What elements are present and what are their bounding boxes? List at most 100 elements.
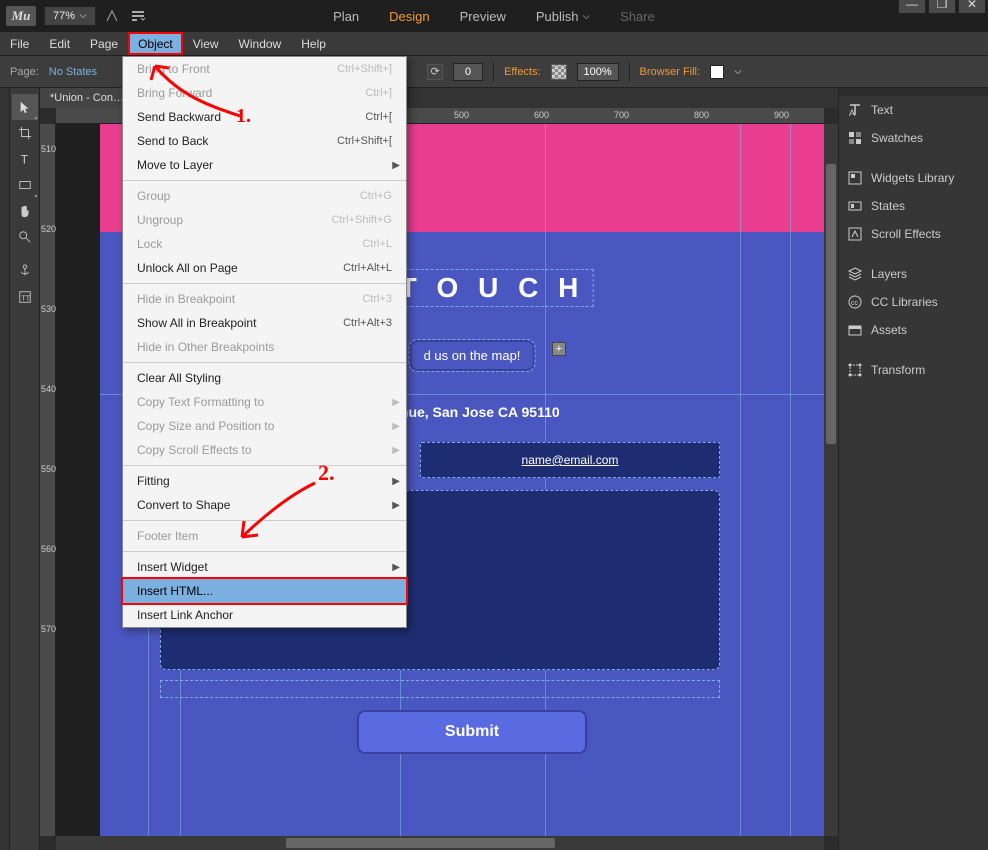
submenu-arrow-icon: ▶ bbox=[392, 500, 400, 511]
dock-handle[interactable] bbox=[0, 88, 10, 850]
svg-text:cc: cc bbox=[851, 300, 859, 307]
layout-icon[interactable] bbox=[128, 6, 148, 26]
spacer-box[interactable] bbox=[160, 680, 720, 698]
mode-tabs: Plan Design Preview Publish Share bbox=[333, 9, 655, 24]
browserfill-label: Browser Fill: bbox=[640, 66, 701, 78]
scroll-icon bbox=[847, 226, 863, 242]
opacity-value[interactable]: 100% bbox=[577, 63, 619, 81]
svg-text:A: A bbox=[849, 108, 855, 118]
menu-item-insert-html[interactable]: Insert HTML... bbox=[123, 579, 406, 603]
dock-grip[interactable] bbox=[839, 88, 988, 96]
panel-dock: ATextSwatches Widgets LibraryStatesScroll… bbox=[838, 88, 988, 850]
tab-publish[interactable]: Publish bbox=[536, 9, 590, 24]
panel-text[interactable]: AText bbox=[839, 96, 988, 124]
toolbar: T TT bbox=[10, 88, 40, 850]
submenu-arrow-icon: ▶ bbox=[392, 397, 400, 408]
menu-object[interactable]: Object bbox=[128, 32, 183, 55]
panel-states[interactable]: States bbox=[839, 192, 988, 220]
scrollbar-horizontal[interactable] bbox=[56, 836, 824, 850]
menu-item-copy-scroll-effects-to: Copy Scroll Effects to▶ bbox=[123, 438, 406, 462]
menu-item-hide-in-breakpoint: Hide in BreakpointCtrl+3 bbox=[123, 287, 406, 311]
panel-cc-libraries[interactable]: ccCC Libraries bbox=[839, 288, 988, 316]
menu-item-insert-link-anchor[interactable]: Insert Link Anchor bbox=[123, 603, 406, 627]
ruler-vertical: 5100 5200 5300 5400 5500 5600 5700 bbox=[40, 124, 56, 836]
panel-widgets-library[interactable]: Widgets Library bbox=[839, 164, 988, 192]
menu-item-lock: LockCtrl+L bbox=[123, 232, 406, 256]
maximize-button[interactable]: ❐ bbox=[928, 0, 956, 14]
swatch-icon bbox=[847, 130, 863, 146]
email-field[interactable]: name@email.com bbox=[420, 442, 720, 478]
panel-scroll-effects[interactable]: Scroll Effects bbox=[839, 220, 988, 248]
menu-view[interactable]: View bbox=[183, 32, 229, 55]
panel-transform[interactable]: Transform bbox=[839, 356, 988, 384]
scrollbar-vertical[interactable] bbox=[824, 124, 838, 836]
app-logo: Mu bbox=[6, 6, 36, 26]
menu-window[interactable]: Window bbox=[229, 32, 292, 55]
menu-item-copy-text-formatting-to: Copy Text Formatting to▶ bbox=[123, 390, 406, 414]
window-controls: — ❐ ✕ bbox=[896, 0, 986, 14]
submenu-arrow-icon: ▶ bbox=[392, 476, 400, 487]
add-handle-icon[interactable]: + bbox=[552, 342, 566, 356]
hand-tool[interactable] bbox=[12, 198, 38, 224]
menu-item-move-to-layer[interactable]: Move to Layer▶ bbox=[123, 153, 406, 177]
layers-icon bbox=[847, 266, 863, 282]
zoom-tool[interactable] bbox=[12, 224, 38, 250]
rectangle-tool[interactable] bbox=[12, 172, 38, 198]
chevron-down-icon bbox=[79, 12, 87, 20]
effects-label: Effects: bbox=[504, 66, 540, 78]
menu-item-convert-to-shape[interactable]: Convert to Shape▶ bbox=[123, 493, 406, 517]
menu-item-copy-size-and-position-to: Copy Size and Position to▶ bbox=[123, 414, 406, 438]
tab-plan[interactable]: Plan bbox=[333, 9, 359, 24]
frame-tool[interactable]: TT bbox=[12, 284, 38, 310]
menu-help[interactable]: Help bbox=[291, 32, 336, 55]
anchor-tool[interactable] bbox=[12, 258, 38, 284]
svg-text:TT: TT bbox=[21, 296, 30, 303]
menu-page[interactable]: Page bbox=[80, 32, 128, 55]
menu-item-send-to-back[interactable]: Send to BackCtrl+Shift+[ bbox=[123, 129, 406, 153]
menu-item-show-all-in-breakpoint[interactable]: Show All in BreakpointCtrl+Alt+3 bbox=[123, 311, 406, 335]
guide[interactable] bbox=[740, 124, 741, 836]
rotate-icon[interactable]: ⟳ bbox=[427, 64, 443, 80]
menu-item-footer-item: Footer Item bbox=[123, 524, 406, 548]
menu-edit[interactable]: Edit bbox=[39, 32, 80, 55]
panel-swatches[interactable]: Swatches bbox=[839, 124, 988, 152]
document-tab[interactable]: *Union - Con… bbox=[40, 88, 135, 108]
effects-icon[interactable] bbox=[551, 64, 567, 80]
tab-design[interactable]: Design bbox=[389, 9, 429, 24]
menu-item-insert-widget[interactable]: Insert Widget▶ bbox=[123, 555, 406, 579]
guide[interactable] bbox=[790, 124, 791, 836]
menu-file[interactable]: File bbox=[0, 32, 39, 55]
menu-item-unlock-all-on-page[interactable]: Unlock All on PageCtrl+Alt+L bbox=[123, 256, 406, 280]
minimize-button[interactable]: — bbox=[898, 0, 926, 14]
submenu-arrow-icon: ▶ bbox=[392, 421, 400, 432]
submenu-arrow-icon: ▶ bbox=[392, 445, 400, 456]
scroll-thumb[interactable] bbox=[826, 164, 836, 444]
scroll-thumb[interactable] bbox=[286, 838, 555, 848]
map-button[interactable]: d us on the map! bbox=[410, 340, 535, 371]
text-tool[interactable]: T bbox=[12, 146, 38, 172]
zoom-dropdown[interactable]: 77% bbox=[44, 6, 96, 26]
crop-tool[interactable] bbox=[12, 120, 38, 146]
menu-item-fitting[interactable]: Fitting▶ bbox=[123, 469, 406, 493]
menu-item-send-backward[interactable]: Send BackwardCtrl+[ bbox=[123, 105, 406, 129]
chevron-down-icon[interactable] bbox=[734, 68, 742, 76]
menubar: File Edit Page Object View Window Help bbox=[0, 32, 988, 56]
menu-item-clear-all-styling[interactable]: Clear All Styling bbox=[123, 366, 406, 390]
submenu-arrow-icon: ▶ bbox=[392, 562, 400, 573]
submit-button[interactable]: Submit bbox=[357, 710, 587, 754]
panel-layers[interactable]: Layers bbox=[839, 260, 988, 288]
arrange-icon[interactable] bbox=[102, 6, 122, 26]
rotate-value[interactable]: 0 bbox=[453, 63, 483, 81]
widget-icon bbox=[847, 170, 863, 186]
close-button[interactable]: ✕ bbox=[958, 0, 986, 14]
page-label: Page: bbox=[10, 66, 39, 78]
states-icon bbox=[847, 198, 863, 214]
tab-preview[interactable]: Preview bbox=[460, 9, 506, 24]
selection-tool[interactable] bbox=[12, 94, 38, 120]
page-state-dropdown[interactable]: No States bbox=[49, 66, 97, 78]
address-text[interactable]: venue, San Jose CA 95110 bbox=[384, 404, 559, 420]
menu-item-bring-to-front: Bring to FrontCtrl+Shift+] bbox=[123, 57, 406, 81]
browserfill-swatch[interactable] bbox=[710, 65, 724, 79]
assets-icon bbox=[847, 322, 863, 338]
panel-assets[interactable]: Assets bbox=[839, 316, 988, 344]
